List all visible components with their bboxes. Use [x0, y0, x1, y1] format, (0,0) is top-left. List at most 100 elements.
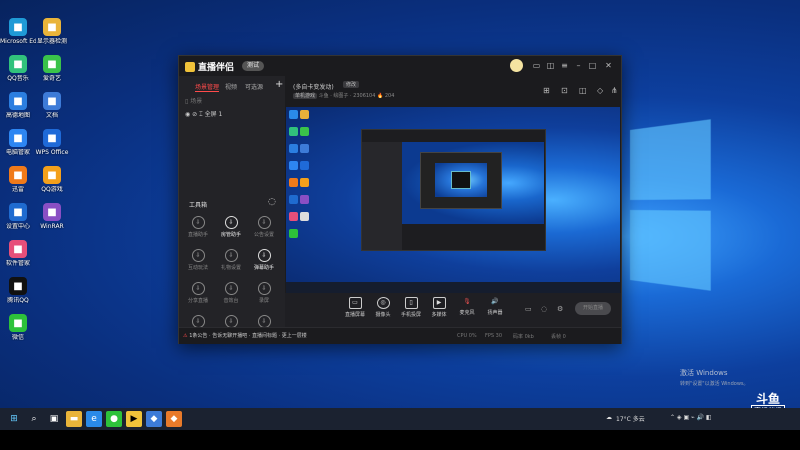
start-button[interactable]: ⊞	[6, 411, 22, 427]
room-title: (多自卡变发动)	[293, 84, 334, 91]
toolbox-item[interactable]: ⇩ 互动玩法	[185, 249, 211, 271]
nested-left-panel	[362, 142, 402, 250]
fps-status: FPS 30	[485, 333, 503, 339]
control-label: 手机投屏	[400, 312, 421, 318]
control-bar: ▭ 直播屏幕 ◎ 摄像头 ▯ 手机投屏 ▶ 多媒体 🎙 麦克风 🔊 扬声器 ▭ ◌ ⚙ 开始…	[285, 293, 621, 327]
control-label: 扬声器	[487, 310, 503, 316]
desktop-icon[interactable]: ■ 软件管家	[0, 240, 36, 267]
toolbox-item[interactable]: ⇩ 分享直播	[185, 282, 211, 304]
status-bar: ⚠ 1条公告 · 告诉无聊开播吧 · 直播间标题 · 更上一层楼 CPU 0% …	[179, 327, 621, 344]
add-scene-button[interactable]: +	[275, 79, 283, 90]
microphone-button[interactable]: 🎙 麦克风	[453, 297, 481, 316]
tab-sources[interactable]: 可选源	[245, 82, 263, 91]
eye-icon[interactable]: ◉ ⊘ ⌶	[185, 111, 205, 118]
scene-header: ▯ 场景	[185, 96, 202, 105]
tool-icon: ⇩	[257, 249, 271, 262]
main-panel: (多自卡变发动) 修改 单机游戏 斗鱼 · 绘图子 · 2306104 🔥 20…	[285, 76, 621, 327]
cpu-status: CPU 0%	[457, 333, 477, 339]
speaker-button[interactable]: 🔊 扬声器	[481, 297, 509, 316]
close-icon[interactable]: ✕	[603, 60, 614, 71]
tool-icon: ⇩	[257, 282, 271, 295]
settings-icon[interactable]: ⚙	[557, 305, 563, 313]
toolbox-item[interactable]: ⇩ 弹幕助手	[251, 249, 277, 271]
version-badge[interactable]: 测试	[242, 61, 265, 71]
toolbox-item[interactable]: ⇩ 直播助手	[185, 216, 211, 238]
tab-video[interactable]: 视频	[225, 82, 237, 91]
media-button[interactable]: ▶ 多媒体	[425, 297, 453, 318]
edge-taskbar-icon[interactable]: e	[86, 411, 102, 427]
toolbox-item[interactable]: ⇩ 公告设置	[251, 216, 277, 238]
screenshot-icon[interactable]: ◫	[579, 86, 587, 95]
desktop-icon[interactable]: ■ 高德地图	[0, 92, 36, 119]
search-icon[interactable]: ⌕	[26, 411, 42, 427]
user-avatar[interactable]	[510, 59, 523, 72]
tool-icon: ⇩	[257, 216, 271, 229]
camera-button[interactable]: ◎ 摄像头	[369, 297, 397, 318]
skin-icon[interactable]: ◫	[545, 60, 556, 71]
nested-preview-4	[451, 171, 471, 189]
video-letterbox	[0, 430, 800, 450]
control-label: 摄像头	[375, 312, 391, 318]
message-icon[interactable]: ▭	[531, 60, 542, 71]
app2-taskbar-icon[interactable]: ◆	[166, 411, 182, 427]
tray-icons[interactable]: ⌃ ◈ ▣ ⌁ 🔊 ◧	[670, 414, 712, 421]
toolbox-title: 工具箱	[189, 202, 208, 209]
weather-icon[interactable]: ☁	[606, 414, 612, 421]
minimize-icon[interactable]: –	[573, 60, 584, 71]
desktop-icon[interactable]: ■ 文档	[34, 92, 70, 119]
edit-title-button[interactable]: 修改	[343, 81, 360, 88]
weather-text[interactable]: 17°C 多云	[616, 414, 645, 423]
media-icon: ▶	[432, 297, 446, 309]
desktop-icon-label: 高德地图	[5, 112, 30, 119]
toolbox-item[interactable]: ⇩ 礼物设置	[218, 249, 244, 271]
tool-label: 直播助手	[187, 232, 208, 238]
desktop-icon[interactable]: ■ QQ音乐	[0, 55, 36, 82]
desktop-icon[interactable]: ■ 腾讯QQ	[0, 277, 36, 304]
desktop-icon[interactable]: ■ 迅雷	[0, 166, 36, 193]
drop-status: 丢帧 0	[551, 334, 566, 340]
left-panel: 场景管理 视频 可选源 + ▯ 场景 ◉ ⊘ ⌶ 全屏 1 工具箱 ◌ ⇩ 直播助…	[179, 76, 285, 337]
tool-icon: ⇩	[191, 216, 205, 229]
start-live-button[interactable]: 开始直播	[575, 302, 611, 315]
share-icon[interactable]: ⋔	[611, 86, 618, 95]
camera-icon: ◎	[376, 297, 390, 309]
toolbox-item[interactable]: ⇩ 录屏	[251, 282, 277, 304]
desktop-icon[interactable]: ■ 电脑管家	[0, 129, 36, 156]
stream-preview[interactable]	[286, 107, 620, 293]
wechat-taskbar-icon[interactable]: ●	[106, 411, 122, 427]
desktop-icon[interactable]: ■ 微信	[0, 314, 36, 341]
desktop-icon[interactable]: ■ WPS Office	[34, 129, 70, 156]
screen-capture-button[interactable]: ▭ 直播屏幕	[341, 297, 369, 318]
maximize-icon[interactable]: □	[587, 60, 598, 71]
phone-cast-button[interactable]: ▯ 手机投屏	[397, 297, 425, 318]
desktop-icon[interactable]: ■ 显示器检测	[34, 18, 70, 45]
desktop-icon-label: 文档	[45, 112, 58, 119]
tab-scenes[interactable]: 场景管理	[195, 82, 220, 92]
app-taskbar-icon[interactable]: ◆	[146, 411, 162, 427]
task-view-icon[interactable]: ▣	[46, 411, 62, 427]
warning-text: 条公告 · 告诉无聊开播吧 · 直播间标题 · 更上一层楼	[192, 333, 307, 339]
desktop-icon[interactable]: ■ Microsoft Edge	[0, 18, 36, 45]
menu-icon[interactable]: ≡	[559, 60, 570, 71]
tool-icon: ⇩	[191, 249, 205, 262]
beauty-icon[interactable]: ◌	[541, 305, 547, 313]
record-icon[interactable]: ▭	[525, 305, 532, 313]
desktop-icon[interactable]: ■ QQ游戏	[34, 166, 70, 193]
desktop-icon[interactable]: ■ 设置中心	[0, 203, 36, 230]
activation-subtitle: 转到"设置"以激活 Windows。	[680, 381, 749, 387]
scene-item[interactable]: ◉ ⊘ ⌶ 全屏 1	[185, 109, 222, 119]
notification-icon[interactable]: ◇	[597, 86, 603, 95]
gift-icon[interactable]: ⊞	[543, 86, 550, 95]
hot-icon: 🔥	[377, 93, 384, 99]
toolbox-settings-icon[interactable]: ◌	[268, 197, 276, 207]
category-chip[interactable]: 单机游戏	[293, 93, 318, 99]
bitrate-status: 码率 0kb	[513, 334, 534, 340]
toolbox-item[interactable]: ⇩ 音效台	[218, 282, 244, 304]
live-companion-taskbar-icon[interactable]: ▶	[126, 411, 142, 427]
file-explorer-icon[interactable]: ▬	[66, 411, 82, 427]
toolbox-item[interactable]: ⇩ 房管助手	[218, 216, 244, 238]
lock-icon[interactable]: ⊡	[561, 86, 568, 95]
desktop-icon[interactable]: ■ 爱奇艺	[34, 55, 70, 82]
desktop-icon[interactable]: ■ WinRAR	[34, 203, 70, 230]
activation-title: 激活 Windows	[680, 369, 728, 377]
